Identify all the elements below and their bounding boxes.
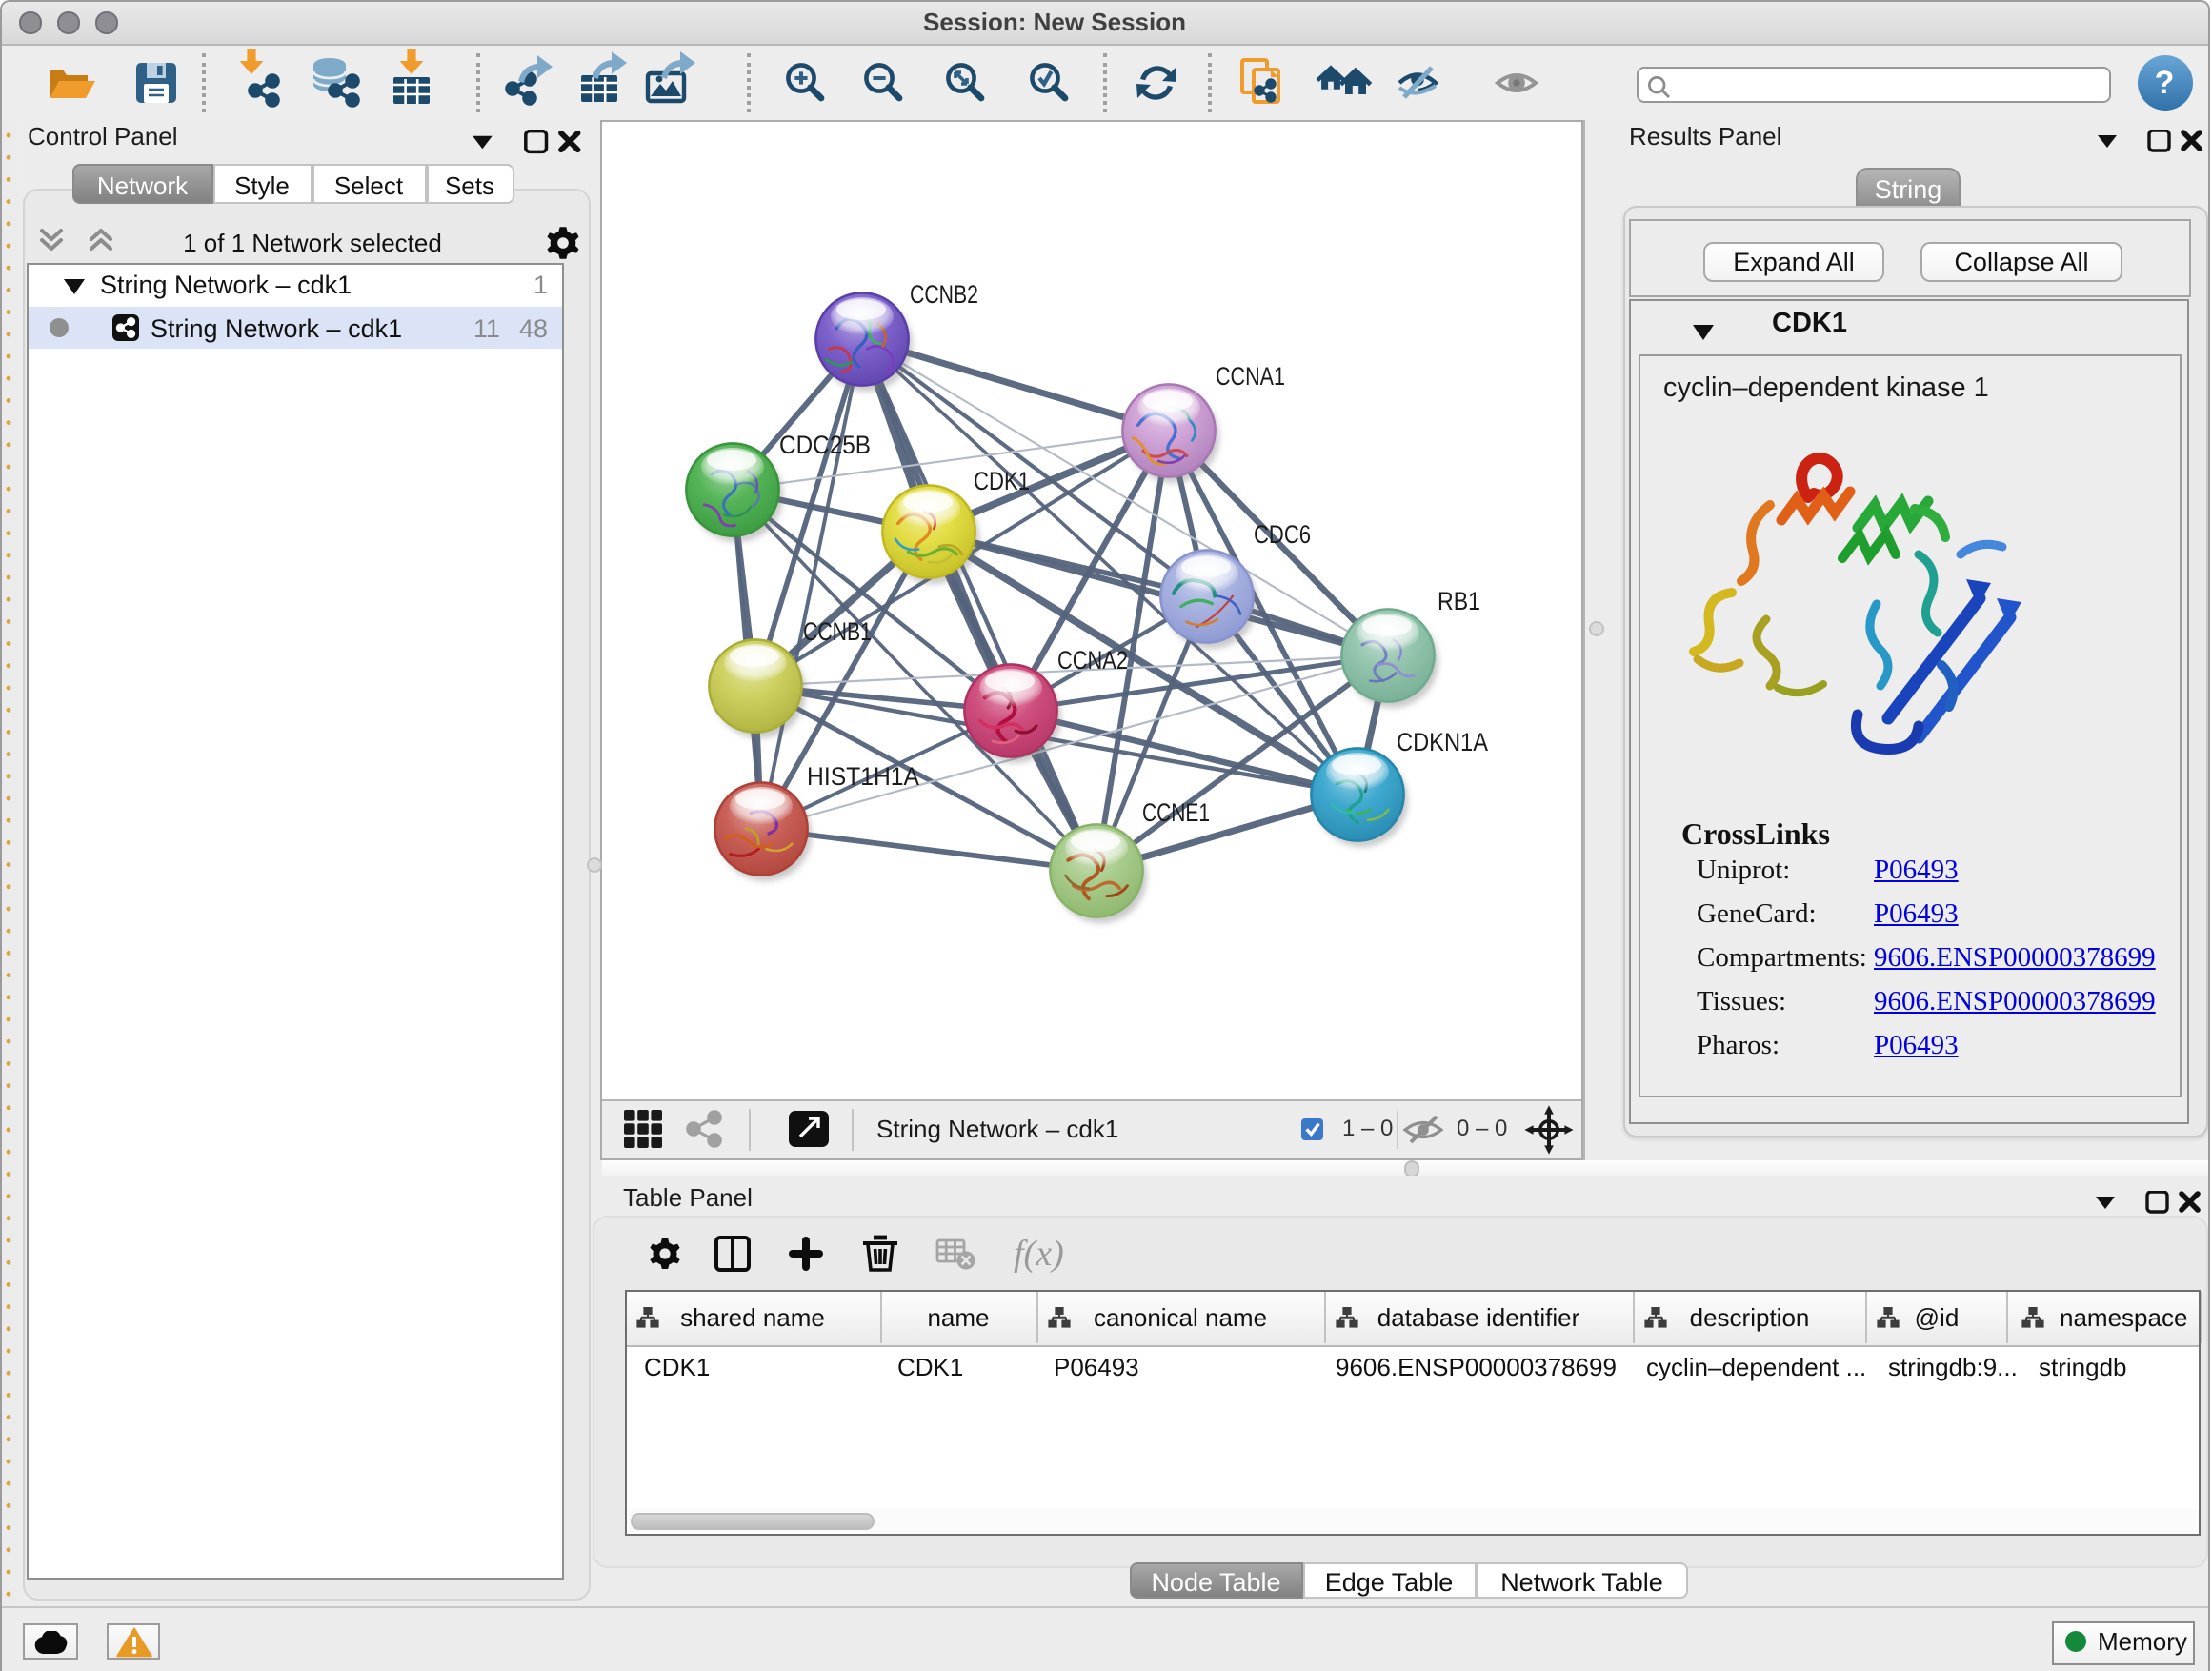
svg-text:CCNA1: CCNA1 bbox=[1216, 361, 1285, 390]
svg-text:HIST1H1A: HIST1H1A bbox=[807, 761, 919, 790]
svg-text:CCNE1: CCNE1 bbox=[1142, 797, 1210, 826]
svg-text:CDC6: CDC6 bbox=[1254, 519, 1311, 548]
svg-text:CDK1: CDK1 bbox=[974, 466, 1030, 494]
svg-text:CDC25B: CDC25B bbox=[779, 430, 871, 458]
svg-text:f(x): f(x) bbox=[1014, 1234, 1064, 1274]
svg-text:CDKN1A: CDKN1A bbox=[1397, 727, 1488, 755]
svg-text:CCNA2: CCNA2 bbox=[1057, 645, 1128, 674]
svg-text:CCNB1: CCNB1 bbox=[803, 616, 872, 645]
svg-text:CCNB2: CCNB2 bbox=[910, 279, 978, 308]
svg-text:RB1: RB1 bbox=[1438, 586, 1480, 614]
